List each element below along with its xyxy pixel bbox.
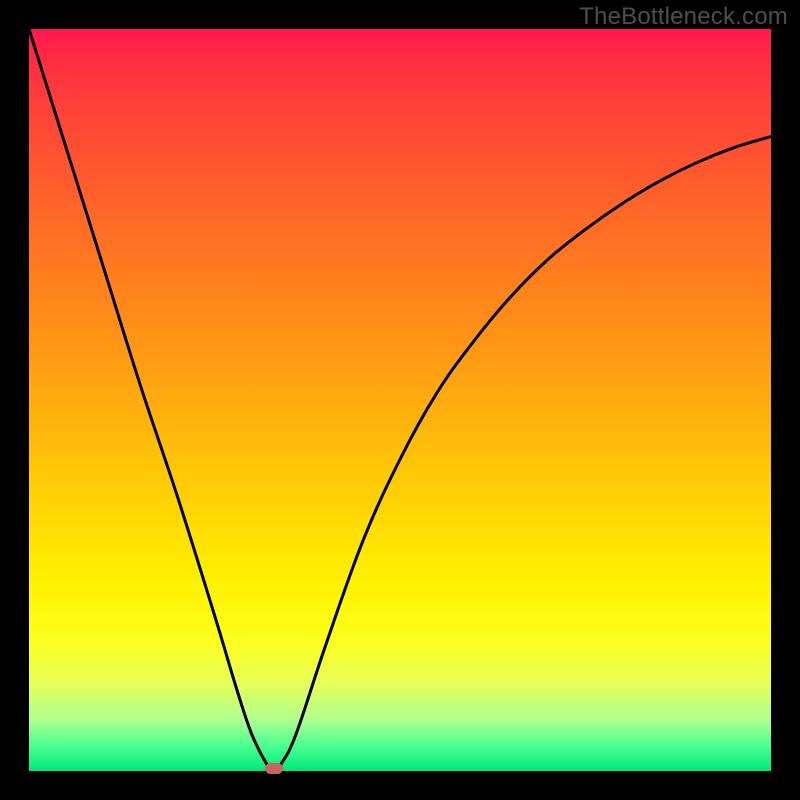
- watermark-text: TheBottleneck.com: [579, 3, 788, 31]
- min-marker: [265, 763, 283, 774]
- curve-svg: [29, 29, 771, 771]
- chart-frame: TheBottleneck.com: [0, 0, 800, 800]
- bottleneck-curve-path: [29, 29, 771, 771]
- plot-area: [29, 29, 771, 771]
